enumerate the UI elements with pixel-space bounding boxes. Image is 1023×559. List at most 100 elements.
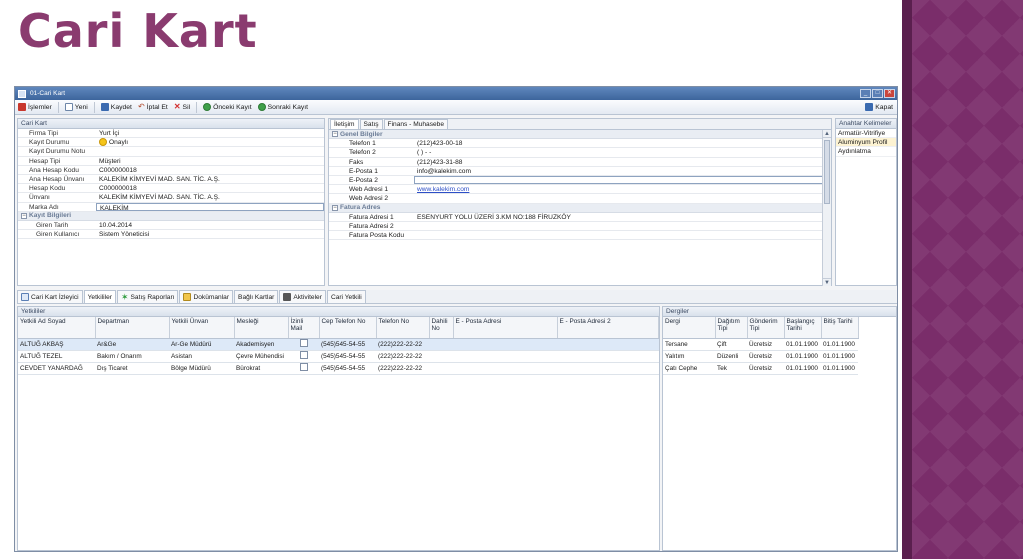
property-value[interactable]: C000000018	[96, 166, 324, 174]
property-value[interactable]: Müşteri	[96, 157, 324, 165]
property-value[interactable]: KALEKİM	[96, 202, 324, 211]
property-label: Giren Tarih	[36, 221, 69, 229]
column-header[interactable]: Yetkili Ad Soyad	[18, 317, 96, 339]
kapat-button[interactable]: Kapat	[865, 103, 893, 111]
property-value[interactable]: Yurt İçi	[96, 129, 324, 137]
contact-value[interactable]: ESENYURT YOLU ÜZERİ 3.KM NO:188 FİRUZKÖY	[414, 213, 831, 221]
contact-label: Web Adresi 2	[349, 195, 389, 203]
next-record-button[interactable]: Sonraki Kayıt	[257, 103, 308, 111]
property-row: Giren Kullanıcı Sistem Yöneticisi	[18, 230, 324, 240]
contact-value[interactable]	[414, 194, 831, 202]
keyword-item[interactable]: Armatür-Vitrifiye	[836, 129, 896, 139]
izinli-mail-checkbox[interactable]	[299, 363, 308, 371]
fatura-adres-group[interactable]: − Fatura Adres	[329, 203, 831, 213]
column-header[interactable]: Yetkili Ünvan	[169, 317, 235, 339]
scroll-down-icon[interactable]: ▼	[823, 278, 831, 286]
contact-value[interactable]	[414, 231, 831, 239]
contact-value[interactable]	[414, 175, 831, 185]
contact-value[interactable]	[414, 222, 831, 230]
close-button[interactable]: ✕	[884, 89, 895, 98]
table-row[interactable]: Yalıtım Düzenli Ücretsiz 01.01.1900 01.01.19…	[663, 350, 858, 363]
contact-value[interactable]: (212)423-31-88	[414, 158, 831, 166]
column-header[interactable]: Dergi	[663, 317, 716, 339]
tab-label: Bağlı Kartlar	[238, 293, 275, 301]
contact-row: Fatura Posta Kodu	[329, 231, 831, 241]
column-header[interactable]: Departman	[95, 317, 170, 339]
tab-cari-yetkili[interactable]: Cari Yetkili	[326, 290, 366, 303]
property-value[interactable]: KALEKİM KİMYEVİ MAD. SAN. TİC. A.Ş.	[96, 193, 324, 201]
tab-satis[interactable]: Satış	[359, 119, 383, 129]
kayit-bilgileri-group[interactable]: − Kayıt Bilgileri	[18, 211, 324, 221]
scroll-up-icon[interactable]: ▲	[823, 130, 831, 138]
tab-aktiviteler[interactable]: Aktiviteler	[279, 290, 326, 303]
contact-value[interactable]: ( ) - -	[414, 148, 831, 156]
web-link[interactable]: www.kalekim.com	[417, 186, 469, 193]
window-titlebar[interactable]: 01-Cari Kart _ □ ✕	[15, 87, 897, 100]
table-row[interactable]: CEVDET YANARDAĞ Dış Ticaret Bölge Müdürü Bü…	[18, 362, 659, 375]
scroll-thumb[interactable]	[824, 140, 830, 204]
property-value[interactable]: Sistem Yöneticisi	[96, 230, 324, 238]
column-header[interactable]: İzinli Mail	[288, 317, 320, 339]
table-row[interactable]: ALTUĞ AKBAŞ Ar&Ge Ar-Ge Müdürü Akademisyen (…	[18, 338, 659, 351]
table-cell: Bölge Müdürü	[169, 362, 234, 375]
column-header[interactable]: Gönderim Tipi	[747, 317, 785, 339]
new-button[interactable]: Yeni	[64, 103, 88, 111]
table-row[interactable]: Çatı Cephe Tek Ücretsiz 01.01.1900 01.01.190…	[663, 362, 858, 375]
minimize-button[interactable]: _	[860, 89, 871, 98]
column-header[interactable]: Telefon No	[376, 317, 430, 339]
keyword-item[interactable]: Aluminyum Profil	[836, 138, 896, 148]
app-icon	[18, 89, 26, 98]
tab-finans[interactable]: Finans - Muhasebe	[383, 119, 448, 129]
tab-iletisim[interactable]: İletişim	[330, 119, 359, 129]
save-button[interactable]: Kaydet	[100, 103, 132, 111]
column-header[interactable]: Dağıtım Tipi	[715, 317, 748, 339]
tab-cari-kart-izleyici[interactable]: Cari Kart İzleyici	[17, 290, 83, 303]
property-value[interactable]: KALEKİM KİMYEVİ MAD. SAN. TİC. A.Ş.	[96, 175, 324, 183]
contact-value[interactable]: www.kalekim.com	[414, 185, 831, 193]
tab-label: Satış Raporları	[130, 293, 175, 301]
contact-value[interactable]: info@kalekim.com	[414, 167, 831, 175]
tab-satis-raporlari[interactable]: ✶ Satış Raporları	[116, 290, 179, 303]
contact-value[interactable]: (212)423-00-18	[414, 139, 831, 147]
next-icon	[257, 103, 266, 111]
contact-label: Fatura Posta Kodu	[349, 232, 404, 240]
column-header[interactable]: Dahili No	[429, 317, 454, 339]
column-header[interactable]: Bitiş Tarihi	[821, 317, 859, 339]
cancel-button[interactable]: ↶ İptal Et	[138, 103, 168, 111]
property-value[interactable]: Onaylı	[96, 138, 324, 147]
contact-value-text: (212)423-31-88	[417, 158, 463, 166]
table-row[interactable]: Tersane Çift Ücretsiz 01.01.1900 01.01.1900	[663, 338, 858, 351]
property-value[interactable]: 10.04.2014	[96, 221, 324, 229]
izinli-mail-checkbox[interactable]	[299, 351, 308, 359]
contact-row: E-Posta 1 info@kalekim.com	[329, 167, 831, 176]
izinli-mail-cell	[288, 350, 319, 363]
table-cell: ALTUĞ TEZEL	[18, 350, 95, 363]
genel-bilgiler-group[interactable]: − Genel Bilgiler	[329, 130, 831, 140]
decorative-strip	[902, 0, 912, 559]
maximize-button[interactable]: □	[872, 89, 883, 98]
tab-bagli-kartlar[interactable]: Bağlı Kartlar	[234, 290, 279, 303]
table-cell: (222)222-22-22	[376, 350, 429, 363]
tab-yetkililer[interactable]: Yetkililer	[83, 290, 116, 303]
column-header[interactable]: Başlangıç Tarihi	[784, 317, 822, 339]
table-cell: Akademisyen	[234, 338, 288, 351]
property-value[interactable]: C000000018	[96, 184, 324, 192]
column-header[interactable]: E - Posta Adresi 2	[557, 317, 659, 339]
contact-value-text: ( ) - -	[417, 149, 432, 157]
islemler-menu[interactable]: İşlemler	[18, 103, 52, 111]
previous-record-button[interactable]: Önceki Kayıt	[203, 103, 252, 111]
izinli-mail-checkbox[interactable]	[299, 339, 308, 347]
column-header[interactable]: Mesleği	[234, 317, 289, 339]
table-cell: Düzenli	[715, 350, 747, 363]
tab-dokumanlar[interactable]: Dokümanlar	[179, 290, 234, 303]
table-cell	[429, 362, 453, 375]
delete-button[interactable]: ✕ Sil	[174, 103, 190, 111]
column-header[interactable]: E - Posta Adresi	[453, 317, 558, 339]
table-row[interactable]: ALTUĞ TEZEL Bakım / Onarım Asistan Çevre Mü…	[18, 350, 659, 363]
vertical-scrollbar[interactable]: ▲ ▼	[822, 130, 831, 286]
column-header[interactable]: Cep Telefon No	[319, 317, 377, 339]
keyword-item[interactable]: Aydınlatma	[836, 147, 896, 157]
property-value[interactable]	[96, 147, 324, 155]
delete-label: Sil	[182, 103, 191, 111]
table-cell	[429, 338, 453, 351]
